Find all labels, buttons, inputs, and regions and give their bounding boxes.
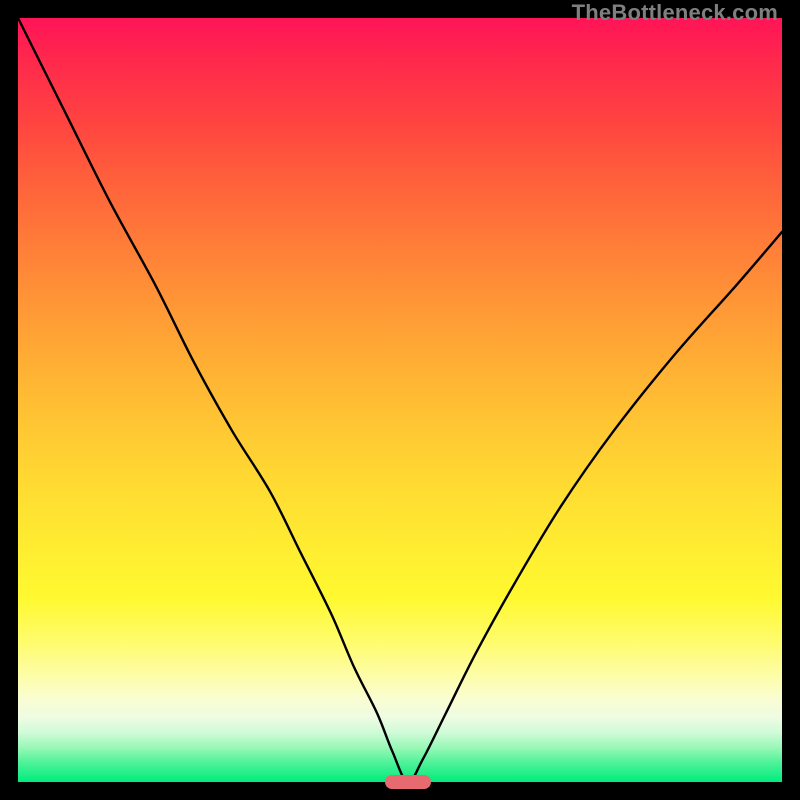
- optimum-marker: [385, 775, 431, 789]
- chart-container: TheBottleneck.com: [0, 0, 800, 800]
- chart-background-gradient: [18, 18, 782, 782]
- watermark-text: TheBottleneck.com: [572, 0, 778, 26]
